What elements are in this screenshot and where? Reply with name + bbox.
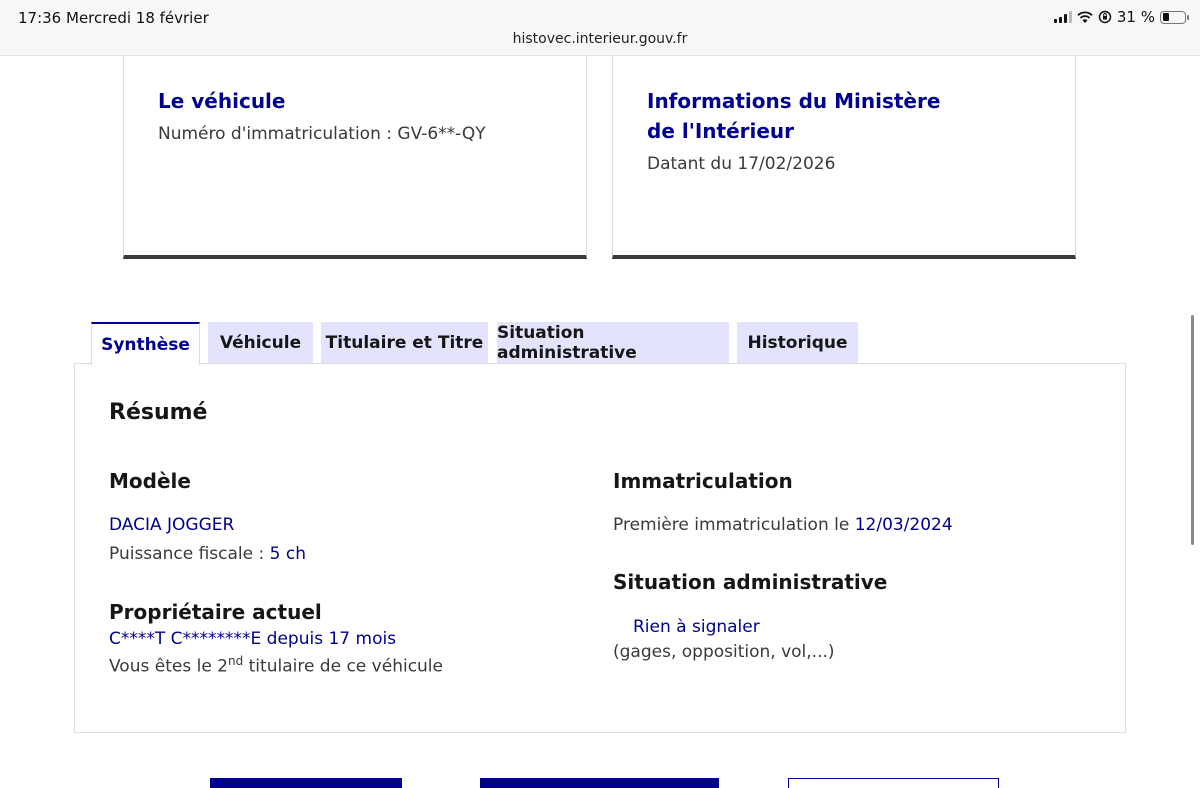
holder-suffix: titulaire de ce véhicule [243, 656, 443, 677]
model-heading: Modèle [109, 469, 191, 493]
first-reg-date: 12/03/2024 [854, 515, 953, 535]
address-bar[interactable]: histovec.interieur.gouv.fr [0, 31, 1200, 47]
admin-note: (gages, opposition, vol,...) [613, 642, 835, 662]
resume-title: Résumé [109, 400, 208, 425]
plate-number: Numéro d'immatriculation : GV-6**-QY [158, 124, 486, 144]
holder-sup: nd [228, 654, 244, 668]
registration-heading: Immatriculation [613, 469, 793, 493]
tab-synthese[interactable]: Synthèse [91, 322, 200, 365]
first-registration: Première immatriculation le 12/03/2024 [613, 515, 953, 535]
status-time: 17:36 [18, 9, 62, 27]
admin-status: Rien à signaler [633, 617, 760, 637]
status-bar: 17:36 Mercredi 18 février 31 % histovec.… [0, 0, 1200, 56]
scrollbar[interactable] [1191, 315, 1194, 545]
fiscal-value: 5 ch [269, 544, 306, 564]
ministry-date: Datant du 17/02/2026 [647, 154, 836, 174]
tab-situation[interactable]: Situation administrative [497, 322, 729, 364]
holder-rank: Vous êtes le 2nd titulaire de ce véhicul… [109, 654, 443, 677]
owner-since-label: depuis [261, 629, 329, 649]
action-button-3[interactable] [788, 778, 999, 788]
holder-prefix: Vous êtes le 2 [109, 656, 228, 677]
owner-since-value: 17 mois [328, 629, 397, 649]
ministry-card-title: Informations du Ministère de l'Intérieur [647, 89, 941, 143]
status-indicators: 31 % [1053, 8, 1189, 26]
owner-line: C****T C********E depuis 17 mois [109, 629, 396, 649]
vehicle-card: Le véhicule Numéro d'immatriculation : G… [123, 56, 587, 259]
vehicle-card-title: Le véhicule [158, 89, 286, 113]
wifi-icon [1077, 10, 1093, 23]
synthese-panel: Résumé Modèle DACIA JOGGER Puissance fis… [74, 363, 1126, 733]
owner-heading: Propriétaire actuel [109, 600, 322, 624]
battery-percent: 31 % [1116, 8, 1155, 26]
admin-heading: Situation administrative [613, 570, 888, 594]
tab-titulaire[interactable]: Titulaire et Titre [321, 322, 488, 364]
signal-icon [1053, 11, 1072, 23]
model-value: DACIA JOGGER [109, 515, 235, 535]
status-date: Mercredi 18 février [66, 9, 209, 27]
action-button-1[interactable] [210, 778, 402, 788]
owner-name: C****T C********E [109, 629, 262, 649]
fiscal-label: Puissance fiscale : [109, 544, 270, 564]
battery-icon [1160, 10, 1189, 24]
tab-historique[interactable]: Historique [737, 322, 858, 364]
ministry-card: Informations du Ministère de l'Intérieur… [612, 56, 1076, 259]
action-button-2[interactable] [480, 778, 719, 788]
orientation-lock-icon [1098, 10, 1112, 24]
fiscal-power: Puissance fiscale : 5 ch [109, 544, 306, 564]
first-reg-label: Première immatriculation le [613, 515, 855, 535]
tab-vehicule[interactable]: Véhicule [208, 322, 313, 364]
